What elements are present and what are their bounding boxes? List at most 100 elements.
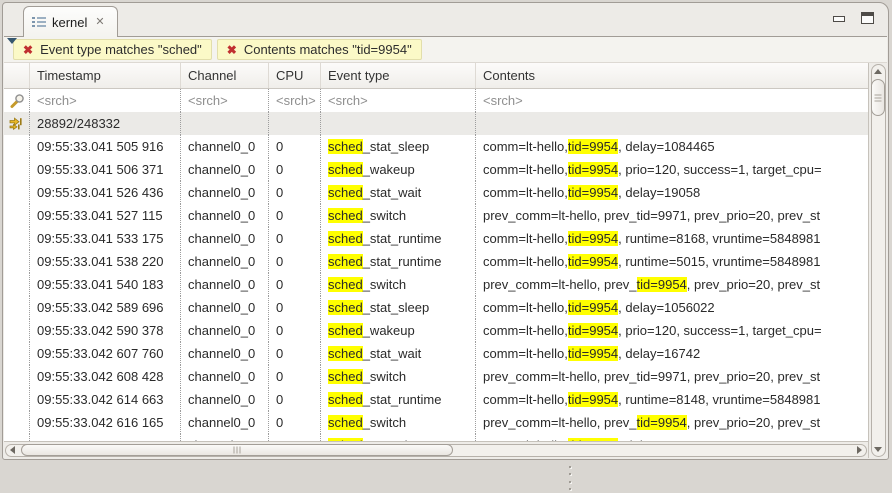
cell-timestamp: 09:55:33.042 616 165 — [30, 411, 181, 434]
vertical-scrollbar[interactable] — [868, 63, 887, 458]
table-row[interactable]: 09:55:33.042 616 165 channel0_0 0 sched_… — [4, 411, 868, 434]
filter-chip-label: Event type matches "sched" — [40, 42, 202, 57]
cell-timestamp: 09:55:33.041 527 115 — [30, 204, 181, 227]
table-row[interactable]: 09:55:33.042 614 663 channel0_0 0 sched_… — [4, 388, 868, 411]
cell-timestamp: 09:55:33.042 608 428 — [30, 365, 181, 388]
cell-event-type: sched_stat_runtime — [321, 227, 476, 250]
row-gutter — [4, 273, 30, 296]
cell-cpu: 0 — [269, 135, 321, 158]
sash-handle[interactable] — [566, 466, 574, 490]
header-gutter — [4, 63, 30, 88]
cell-timestamp: 09:55:33.042 607 760 — [30, 342, 181, 365]
vertical-scrollbar-thumb[interactable] — [871, 79, 885, 116]
horizontal-scrollbar-thumb[interactable] — [21, 444, 453, 456]
cell-contents: comm=lt-hello, tid=9954, delay=1084465 — [476, 135, 868, 158]
header-contents[interactable]: Contents — [476, 63, 887, 88]
match-highlight: sched — [328, 139, 363, 154]
cell-cpu: 0 — [269, 250, 321, 273]
search-field-event-type[interactable]: <srch> — [321, 89, 476, 112]
filter-chip-event-type: ✖ Event type matches "sched" — [13, 39, 212, 60]
cell-timestamp: 09:55:33.041 538 220 — [30, 250, 181, 273]
cell-event-type: sched_stat_wait — [321, 181, 476, 204]
table-row[interactable]: 09:55:33.041 540 183 channel0_0 0 sched_… — [4, 273, 868, 296]
cell-channel: channel0_0 — [181, 250, 269, 273]
cell-contents: comm=lt-hello, tid=9954, runtime=8168, v… — [476, 227, 868, 250]
cell-channel: channel0_0 — [181, 365, 269, 388]
table-row[interactable]: 09:55:33.042 607 760 channel0_0 0 sched_… — [4, 342, 868, 365]
event-table: ✖ Event type matches "sched" ✖ Contents … — [4, 36, 887, 458]
row-gutter — [4, 158, 30, 181]
scroll-left-icon[interactable] — [6, 445, 19, 455]
match-highlight: tid=9954 — [568, 231, 618, 246]
row-gutter — [4, 365, 30, 388]
scroll-up-icon[interactable] — [872, 65, 884, 78]
cell-contents: prev_comm=lt-hello, prev_tid=9971, prev_… — [476, 204, 868, 227]
cell-contents: comm=lt-hello, tid=9954, delay=16742 — [476, 342, 868, 365]
header-timestamp[interactable]: Timestamp — [30, 63, 181, 88]
cell-event-type: sched_switch — [321, 204, 476, 227]
table-row[interactable]: 09:55:33.042 590 378 channel0_0 0 sched_… — [4, 319, 868, 342]
remove-filter-icon[interactable]: ✖ — [227, 44, 237, 56]
cell-contents: comm=lt-hello, tid=9954, delay=1056022 — [476, 296, 868, 319]
vertical-scrollbar-track[interactable] — [871, 64, 886, 457]
collapse-filters-icon[interactable] — [7, 38, 17, 44]
remove-filter-icon[interactable]: ✖ — [23, 44, 33, 56]
table-row[interactable]: 09:55:33.041 505 916 channel0_0 0 sched_… — [4, 135, 868, 158]
table-row[interactable]: 09:55:33.041 526 436 channel0_0 0 sched_… — [4, 181, 868, 204]
row-gutter — [4, 342, 30, 365]
maximize-view-button[interactable] — [861, 12, 874, 24]
match-highlight: tid=9954 — [568, 185, 618, 200]
filter-match-count: 28892/248332 — [30, 112, 181, 135]
row-gutter — [4, 411, 30, 434]
cell-cpu: 0 — [269, 319, 321, 342]
cell-channel: channel0_0 — [181, 204, 269, 227]
cell-cpu: 0 — [269, 227, 321, 250]
match-highlight: sched — [328, 231, 363, 246]
cell-cpu: 0 — [269, 411, 321, 434]
search-field-timestamp[interactable]: <srch> — [30, 89, 181, 112]
match-highlight: tid=9954 — [637, 277, 687, 292]
table-row[interactable]: 09:55:33.042 589 696 channel0_0 0 sched_… — [4, 296, 868, 319]
filter-status-row: 28892/248332 — [4, 112, 887, 135]
cell-event-type: sched_stat_runtime — [321, 250, 476, 273]
filter-status-event-type — [321, 112, 476, 135]
tab-title: kernel — [52, 15, 87, 30]
table-row[interactable]: 09:55:33.042 608 428 channel0_0 0 sched_… — [4, 365, 868, 388]
table-row[interactable]: 09:55:33.041 538 220 channel0_0 0 sched_… — [4, 250, 868, 273]
header-channel[interactable]: Channel — [181, 63, 269, 88]
search-field-channel[interactable]: <srch> — [181, 89, 269, 112]
search-field-cpu[interactable]: <srch> — [269, 89, 321, 112]
match-highlight: sched — [328, 300, 363, 315]
scroll-down-icon[interactable] — [872, 443, 884, 456]
match-highlight: sched — [328, 323, 363, 338]
cell-event-type: sched_stat_runtime — [321, 388, 476, 411]
cell-contents: prev_comm=lt-hello, prev_tid=9971, prev_… — [476, 365, 868, 388]
match-highlight: tid=9954 — [568, 139, 618, 154]
match-highlight: sched — [328, 254, 363, 269]
table-row[interactable]: 09:55:33.041 527 115 channel0_0 0 sched_… — [4, 204, 868, 227]
cell-contents: comm=lt-hello, tid=9954, delay=19058 — [476, 181, 868, 204]
horizontal-scrollbar[interactable] — [4, 441, 868, 458]
scroll-right-icon[interactable] — [853, 445, 866, 455]
cell-cpu: 0 — [269, 342, 321, 365]
cell-channel: channel0_0 — [181, 181, 269, 204]
header-event-type[interactable]: Event type — [321, 63, 476, 88]
filter-status-contents — [476, 112, 887, 135]
row-gutter — [4, 204, 30, 227]
table-row[interactable]: 09:55:33.041 533 175 channel0_0 0 sched_… — [4, 227, 868, 250]
cell-contents: comm=lt-hello, tid=9954, prio=120, succe… — [476, 319, 868, 342]
minimize-view-button[interactable] — [832, 12, 845, 23]
header-cpu[interactable]: CPU — [269, 63, 321, 88]
tab-kernel[interactable]: kernel ✕ — [23, 6, 118, 37]
cell-contents: prev_comm=lt-hello, prev_tid=9954, prev_… — [476, 273, 868, 296]
cell-event-type: sched_wakeup — [321, 319, 476, 342]
cell-timestamp: 09:55:33.042 590 378 — [30, 319, 181, 342]
table-row[interactable]: 09:55:33.041 506 371 channel0_0 0 sched_… — [4, 158, 868, 181]
match-highlight: sched — [328, 415, 363, 430]
match-highlight: sched — [328, 185, 363, 200]
cell-channel: channel0_0 — [181, 273, 269, 296]
tab-close-icon[interactable]: ✕ — [93, 16, 106, 29]
row-gutter — [4, 296, 30, 319]
cell-timestamp: 09:55:33.042 614 663 — [30, 388, 181, 411]
search-field-contents[interactable]: <srch> — [476, 89, 887, 112]
